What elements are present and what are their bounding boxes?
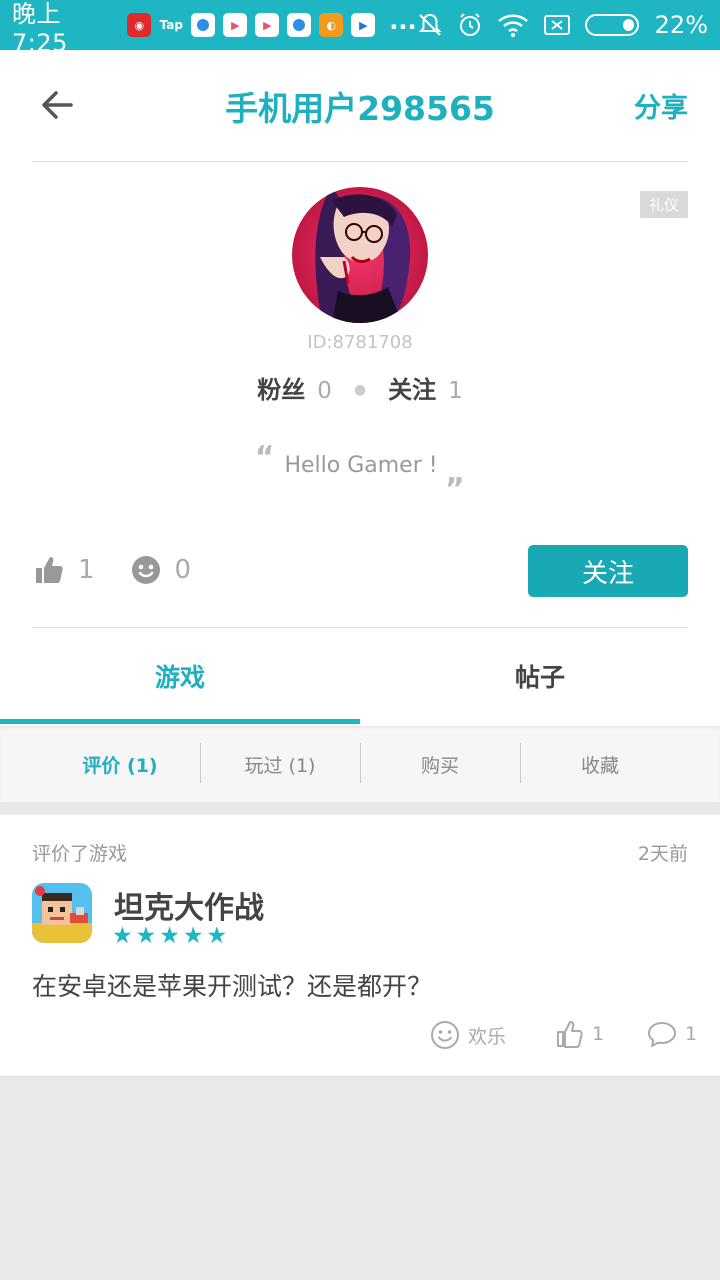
review-actions: 欢乐 1 1 — [0, 1020, 720, 1054]
uc-browser-icon: ◐ — [319, 13, 344, 37]
status-notification-icons: ◉ Tap ▶ ▶ ◐ ▶ ... — [127, 7, 417, 37]
review-time: 2天前 — [637, 843, 688, 865]
like-button[interactable]: 1 — [556, 1020, 604, 1048]
follow-button[interactable]: 关注 — [528, 545, 688, 597]
smiley-count: 0 — [174, 555, 192, 585]
status-time: 晚上7:25 — [12, 0, 68, 57]
follow-stats: 粉丝 0 ● 关注 1 — [0, 370, 720, 405]
thumbs-up-icon[interactable] — [34, 555, 64, 585]
status-bar: 晚上7:25 ◉ Tap ▶ ▶ ◐ ▶ ... 22% — [0, 0, 720, 57]
tab-posts[interactable]: 帖子 — [360, 628, 720, 724]
open-quote-icon: “ — [254, 440, 275, 475]
star-icon: ★ — [135, 923, 157, 949]
star-icon: ★ — [112, 923, 133, 949]
subtab-purchased[interactable]: 购买 — [360, 742, 520, 783]
video-app-icon: ▶ — [351, 13, 376, 37]
star-icon: ★ — [206, 923, 228, 949]
app-circle-icon — [191, 13, 216, 37]
subtab-favorites[interactable]: 收藏 — [520, 742, 680, 783]
game-name[interactable]: 坦克大作战 — [114, 883, 264, 927]
review-text: 在安卓还是苹果开测试？还是都开？ — [32, 972, 433, 1001]
subtab-reviews[interactable]: 评价 (1) — [40, 751, 200, 778]
wifi-icon — [497, 14, 528, 37]
game-icon-image — [32, 883, 92, 943]
fun-label: 欢乐 — [468, 1025, 507, 1048]
fans-count[interactable]: 0 — [317, 378, 332, 404]
top-bar: 手机用户298565 分享 — [32, 50, 688, 162]
comment-icon — [648, 1022, 676, 1047]
star-icon: ★ — [159, 923, 180, 949]
bell-muted-icon — [418, 13, 441, 36]
taptap-icon: Tap — [159, 18, 183, 32]
following-label[interactable]: 关注 — [388, 370, 436, 405]
thumbs-up-outline-icon — [557, 1021, 583, 1048]
motto-text: Hello Gamer ! — [284, 453, 438, 478]
battery-icon — [584, 14, 639, 36]
fans-label[interactable]: 粉丝 — [257, 370, 305, 405]
play-store-icon-2: ▶ — [255, 13, 280, 37]
alarm-icon — [459, 13, 480, 36]
smiley-icon[interactable] — [131, 555, 161, 585]
tab-games[interactable]: 游戏 — [0, 628, 360, 724]
avatar-image — [292, 187, 428, 323]
etiquette-badge[interactable]: 礼仪 — [640, 191, 688, 218]
main-tabs: 游戏 帖子 — [0, 628, 720, 724]
game-icon[interactable] — [32, 883, 92, 943]
stat-separator: ● — [353, 382, 367, 398]
likes-count: 1 — [78, 555, 95, 585]
star-icon: ★ — [182, 923, 204, 949]
fun-reaction-button[interactable]: 欢乐 — [430, 1020, 506, 1050]
app-circle-icon-2 — [287, 13, 312, 37]
sub-tabs: 评价 (1) 玩过 (1) 购买 收藏 — [0, 726, 720, 802]
user-motto: “ Hello Gamer ! „ — [0, 440, 720, 491]
play-store-icon: ▶ — [223, 13, 248, 37]
review-card[interactable]: 评价了游戏 2天前 坦克大作战 ★ ★ ★ ★ ★ 在安卓还是苹果开测试？还是都… — [0, 815, 720, 1077]
more-notifications-icon: ... — [389, 7, 417, 35]
battery-percentage: 22% — [654, 11, 708, 39]
status-system-icons: 22% — [417, 11, 708, 39]
comment-button[interactable]: 1 — [647, 1020, 697, 1048]
share-button[interactable]: 分享 — [634, 86, 688, 125]
no-sim-icon — [543, 15, 570, 35]
profile-reactions: 1 0 — [34, 555, 191, 585]
like-count: 1 — [592, 1023, 605, 1045]
netease-music-icon: ◉ — [127, 13, 152, 37]
following-count[interactable]: 1 — [448, 378, 463, 404]
smiley-outline-icon — [431, 1021, 459, 1049]
rating-stars: ★ ★ ★ ★ ★ — [112, 925, 227, 948]
page-title: 手机用户298565 — [225, 89, 495, 128]
comment-count: 1 — [685, 1023, 698, 1045]
review-action-label: 评价了游戏 — [32, 843, 128, 865]
avatar[interactable] — [292, 187, 428, 323]
user-id: ID:8781708 — [307, 332, 413, 353]
close-quote-icon: „ — [445, 456, 466, 491]
profile-sheet: 手机用户298565 分享 礼仪 ID:8781708 粉丝 0 ● 关注 1 … — [0, 50, 720, 802]
subtab-played[interactable]: 玩过 (1) — [200, 742, 360, 783]
